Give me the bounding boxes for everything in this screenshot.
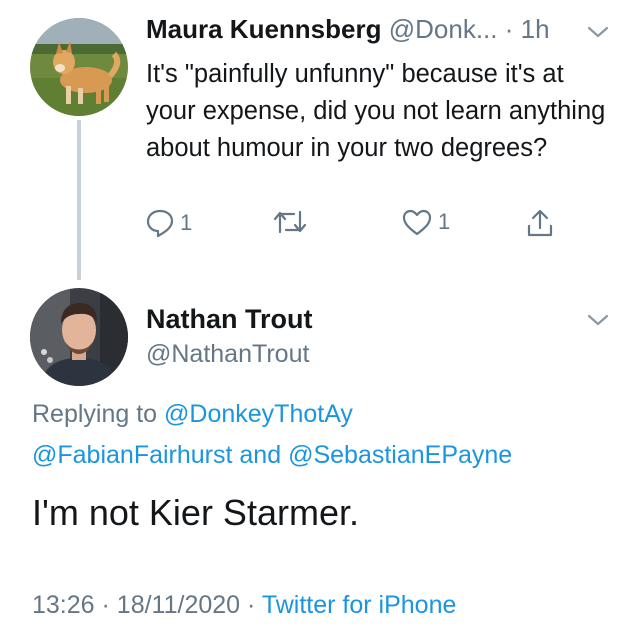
avatar-nathan[interactable] [30, 288, 128, 386]
retweet-button[interactable] [272, 208, 308, 236]
replying-to-line-2: @FabianFairhurst and @SebastianEPayne [32, 441, 512, 470]
like-count: 1 [438, 209, 451, 234]
tweet-time[interactable]: 13:26 [32, 591, 95, 619]
tweet-source[interactable]: Twitter for iPhone [262, 591, 457, 619]
like-icon [402, 209, 432, 236]
main-tweet-menu[interactable] [586, 312, 610, 333]
chevron-down-icon [587, 314, 609, 326]
parent-author-handle[interactable]: @Donk... [389, 14, 498, 44]
replying-and[interactable]: and [239, 441, 281, 469]
replying-to-prefix: Replying to [32, 400, 158, 428]
meta-separator-1: · [101, 591, 110, 619]
parent-tweet-menu[interactable] [586, 24, 610, 45]
main-author-name[interactable]: Nathan Trout [146, 304, 313, 335]
share-button[interactable] [526, 208, 554, 238]
like-button[interactable]: 1 [402, 208, 450, 236]
parent-tweet-header: Maura Kuennsberg @Donk... · 1h [146, 14, 550, 45]
person-avatar-image [30, 288, 128, 386]
thread-connector-line [77, 120, 81, 280]
main-tweet-text: I'm not Kier Starmer. [32, 492, 359, 533]
tweet-metadata: 13:26 · 18/11/2020 · Twitter for iPhone [32, 591, 456, 620]
chevron-down-icon [587, 26, 609, 38]
dog-avatar-image [30, 18, 128, 116]
parent-tweet-time[interactable]: 1h [521, 14, 550, 44]
retweet-icon [273, 210, 307, 234]
mention-sebastianepayne[interactable]: @SebastianEPayne [288, 441, 512, 469]
parent-author-name[interactable]: Maura Kuennsberg [146, 14, 382, 44]
tweet-date[interactable]: 18/11/2020 [117, 591, 240, 619]
reply-button[interactable]: 1 [146, 208, 192, 238]
mention-fabianfairhurst[interactable]: @FabianFairhurst [32, 441, 232, 469]
reply-count: 1 [180, 210, 193, 235]
avatar-maura[interactable] [30, 18, 128, 116]
parent-tweet-text: It's "painfully unfunny" because it's at… [146, 60, 606, 162]
share-icon [527, 209, 553, 237]
header-separator: · [504, 14, 514, 44]
reply-icon [146, 209, 174, 238]
parent-tweet-actions: 1 1 [146, 208, 566, 248]
main-author-handle[interactable]: @NathanTrout [146, 340, 309, 369]
meta-separator-2: · [247, 591, 256, 619]
replying-to-line: Replying to @DonkeyThotAy [32, 400, 353, 429]
mention-donkeythotay[interactable]: @DonkeyThotAy [164, 400, 353, 428]
